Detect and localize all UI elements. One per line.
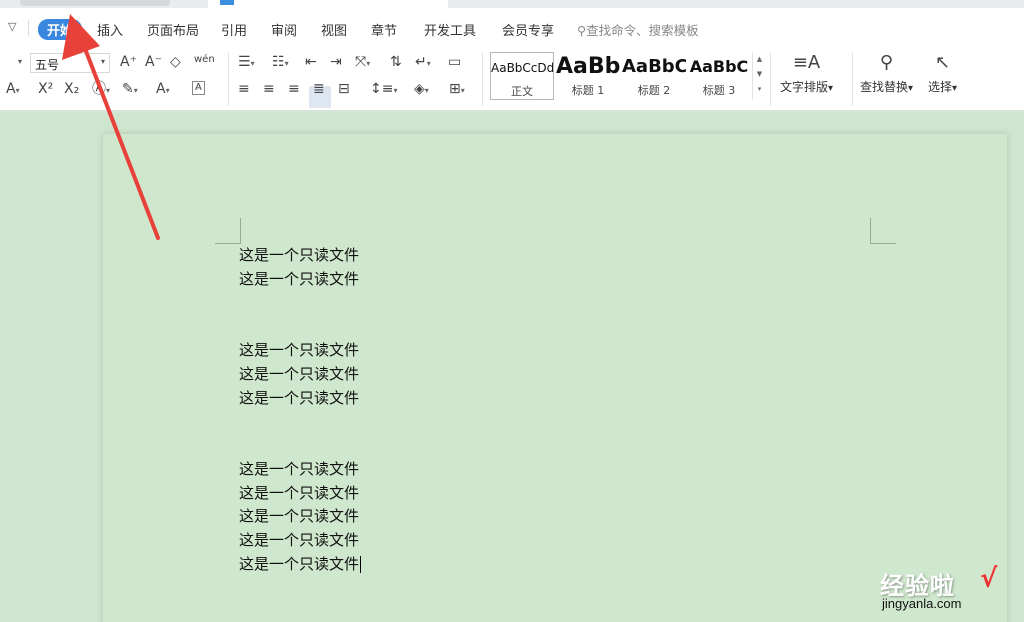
checkmark-icon: √: [980, 564, 998, 594]
watermark: 经验啦 √ jingyanla.com: [880, 564, 997, 611]
watermark-url: jingyanla.com: [882, 596, 962, 611]
annotation-arrow: [62, 14, 160, 240]
